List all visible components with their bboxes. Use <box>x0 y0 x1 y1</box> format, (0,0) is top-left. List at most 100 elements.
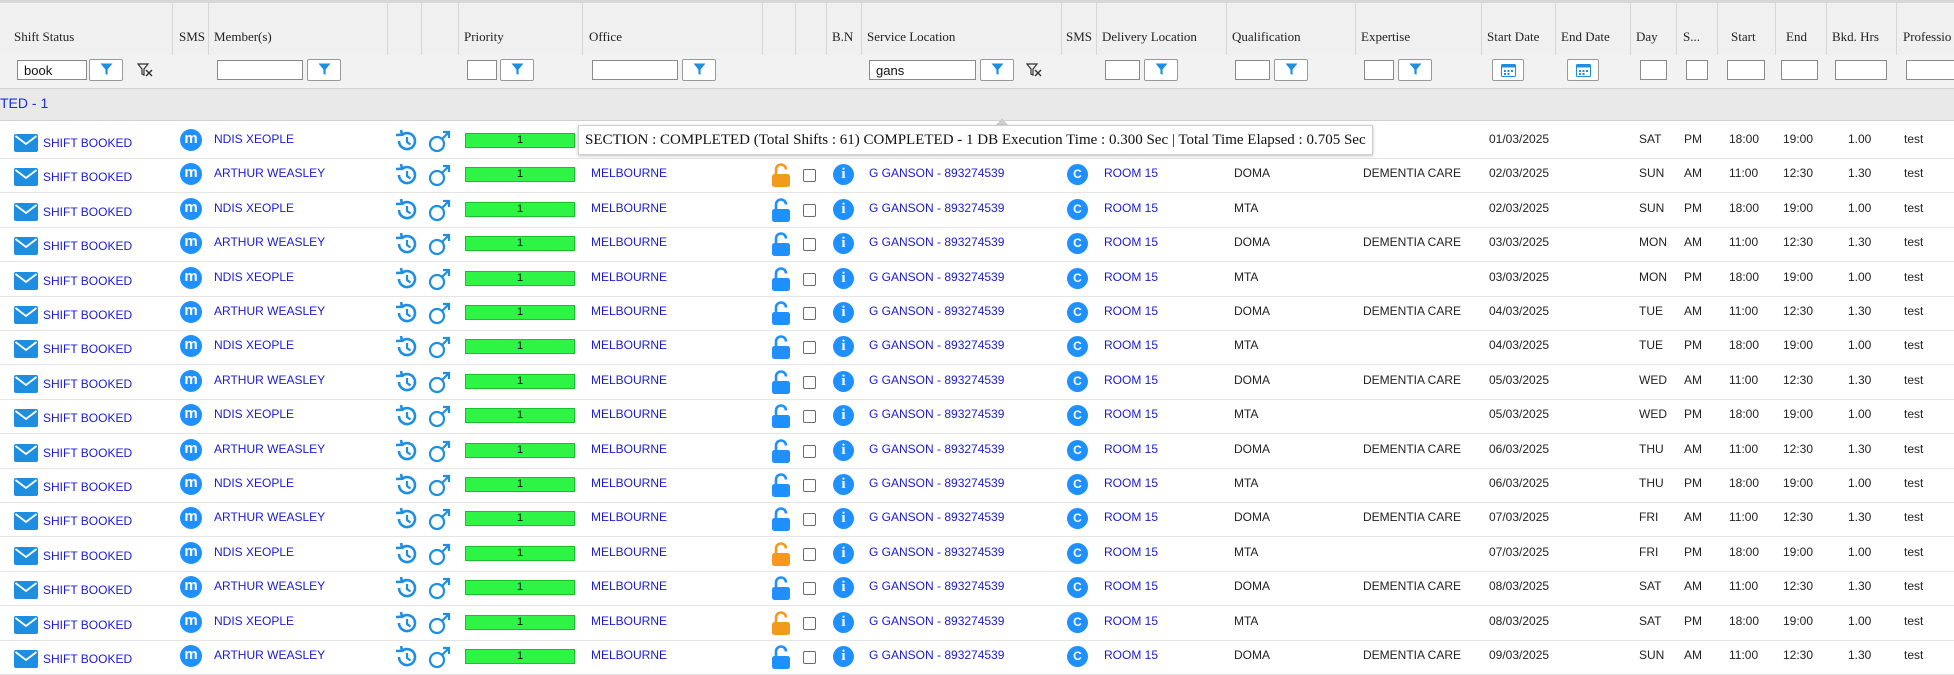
messenger-icon[interactable]: m <box>180 610 202 633</box>
lock-toggle[interactable] <box>771 335 791 363</box>
office-link[interactable]: MELBOURNE <box>591 338 667 352</box>
member-name[interactable]: ARTHUR WEASLEY <box>214 648 325 662</box>
history-button[interactable] <box>394 232 418 259</box>
lock-icon[interactable] <box>771 163 791 188</box>
delivery-location-link[interactable]: ROOM 15 <box>1104 648 1158 662</box>
history-icon[interactable] <box>394 301 418 325</box>
messenger-icon[interactable]: m <box>180 369 202 392</box>
history-button[interactable] <box>394 370 418 397</box>
bn-checkbox[interactable] <box>803 651 816 664</box>
delivery-location-filter-button[interactable] <box>1144 59 1178 81</box>
delivery-location-link[interactable]: ROOM 15 <box>1104 545 1158 559</box>
messenger-icon[interactable]: m <box>180 129 202 151</box>
bn-checkbox[interactable] <box>803 479 816 492</box>
table-row[interactable]: SHIFT BOOKED m ARTHUR WEASLEY 1 MELBOURNE i G … <box>0 571 1954 607</box>
sms-badge[interactable]: C <box>1067 508 1088 530</box>
member-name[interactable]: NDIS XEOPLE <box>214 614 294 628</box>
history-icon[interactable] <box>394 473 418 497</box>
shift-status-label[interactable]: SHIFT BOOKED <box>43 583 132 597</box>
shift-status-label[interactable]: SHIFT BOOKED <box>43 342 132 356</box>
bn-checkbox[interactable] <box>803 513 816 527</box>
history-button[interactable] <box>394 301 418 328</box>
messenger-icon[interactable]: m <box>180 266 202 289</box>
s-filter-input[interactable] <box>1686 60 1708 80</box>
lock-icon[interactable] <box>771 542 791 567</box>
shift-status-label[interactable]: SHIFT BOOKED <box>43 136 132 150</box>
delivery-location-link[interactable]: ROOM 15 <box>1104 510 1158 524</box>
bn-checkbox[interactable] <box>803 203 816 217</box>
sms-badge[interactable]: C <box>1067 267 1088 289</box>
shift-status-label[interactable]: SHIFT BOOKED <box>43 239 132 253</box>
history-icon[interactable] <box>394 232 418 256</box>
table-row[interactable]: SHIFT BOOKED m ARTHUR WEASLEY 1 MELBOURNE i G … <box>0 158 1954 194</box>
filter-clear-icon[interactable] <box>1026 63 1042 77</box>
history-button[interactable] <box>394 163 418 190</box>
lock-icon[interactable] <box>771 645 791 670</box>
col-sms-2[interactable]: SMS <box>1066 29 1092 45</box>
bkd-hrs-filter-input[interactable] <box>1835 60 1887 80</box>
office-link[interactable]: MELBOURNE <box>591 304 667 318</box>
delivery-location-link[interactable]: ROOM 15 <box>1104 270 1158 284</box>
info-icon[interactable]: i <box>833 439 854 461</box>
member-name[interactable]: ARTHUR WEASLEY <box>214 304 325 318</box>
shift-status-label[interactable]: SHIFT BOOKED <box>43 618 132 632</box>
shift-status-filter-button[interactable] <box>89 59 123 81</box>
service-location-link[interactable]: G GANSON - 893274539 <box>869 373 1004 387</box>
bn-checkbox[interactable] <box>803 582 816 596</box>
filter-clear-icon[interactable] <box>137 63 153 77</box>
table-row[interactable]: SHIFT BOOKED m ARTHUR WEASLEY 1 MELBOURNE i G … <box>0 640 1954 675</box>
col-day[interactable]: Day <box>1636 29 1658 45</box>
bn-checkbox[interactable] <box>803 307 816 320</box>
messenger-icon[interactable]: m <box>180 163 202 186</box>
office-link[interactable]: MELBOURNE <box>591 407 667 421</box>
history-button[interactable] <box>394 473 418 500</box>
history-button[interactable] <box>394 198 418 225</box>
service-location-link[interactable]: G GANSON - 893274539 <box>869 166 1004 180</box>
lock-icon[interactable] <box>771 335 791 360</box>
end-filter-input[interactable] <box>1781 60 1818 80</box>
delivery-location-link[interactable]: ROOM 15 <box>1104 579 1158 593</box>
history-button[interactable] <box>394 267 418 294</box>
history-button[interactable] <box>394 542 418 569</box>
bn-checkbox[interactable] <box>803 547 816 561</box>
office-link[interactable]: MELBOURNE <box>591 373 667 387</box>
messenger-icon[interactable]: m <box>180 438 202 461</box>
sms-badge[interactable]: C <box>1067 164 1088 186</box>
office-filter-input[interactable] <box>592 60 678 80</box>
table-row[interactable]: SHIFT BOOKED m ARTHUR WEASLEY 1 MELBOURNE i G … <box>0 434 1954 469</box>
col-priority[interactable]: Priority <box>464 29 504 45</box>
history-button[interactable] <box>394 335 418 362</box>
col-sms[interactable]: SMS <box>179 29 205 45</box>
table-row[interactable]: SHIFT BOOKED m NDIS XEOPLE 1 MELBOURNE i G GAN… <box>0 193 1954 228</box>
info-icon[interactable]: i <box>833 302 854 323</box>
info-icon[interactable]: i <box>833 577 854 599</box>
lock-toggle[interactable] <box>771 542 791 570</box>
member-name[interactable]: NDIS XEOPLE <box>214 270 294 284</box>
history-button[interactable] <box>394 404 418 431</box>
info-icon[interactable]: i <box>833 508 854 530</box>
expertise-filter-input[interactable] <box>1364 60 1394 80</box>
messenger-icon[interactable]: m <box>180 335 202 358</box>
col-end[interactable]: End <box>1786 29 1807 45</box>
messenger-icon[interactable]: m <box>180 197 202 220</box>
member-name[interactable]: ARTHUR WEASLEY <box>214 442 325 456</box>
delivery-location-link[interactable]: ROOM 15 <box>1104 338 1158 352</box>
lock-icon[interactable] <box>771 370 791 395</box>
history-icon[interactable] <box>394 507 418 531</box>
lock-icon[interactable] <box>771 301 791 326</box>
shift-status-label[interactable]: SHIFT BOOKED <box>43 514 132 528</box>
history-icon[interactable] <box>394 198 418 222</box>
lock-toggle[interactable] <box>771 370 791 398</box>
shift-status-label[interactable]: SHIFT BOOKED <box>43 377 132 391</box>
info-icon[interactable]: i <box>833 370 854 392</box>
delivery-location-link[interactable]: ROOM 15 <box>1104 373 1158 387</box>
service-location-link[interactable]: G GANSON - 893274539 <box>869 270 1004 284</box>
expertise-filter-button[interactable] <box>1398 59 1432 81</box>
sms-badge[interactable]: C <box>1067 611 1088 633</box>
lock-toggle[interactable] <box>771 473 791 501</box>
col-delivery-location[interactable]: Delivery Location <box>1102 29 1197 45</box>
member-name[interactable]: ARTHUR WEASLEY <box>214 579 325 593</box>
lock-icon[interactable] <box>771 198 791 223</box>
service-location-link[interactable]: G GANSON - 893274539 <box>869 648 1004 662</box>
service-location-filter-button[interactable] <box>980 59 1014 81</box>
